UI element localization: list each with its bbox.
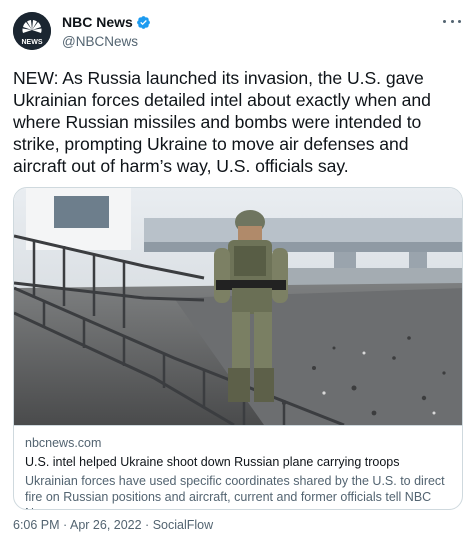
card-image [14,188,462,425]
avatar[interactable]: NEWS [13,12,51,50]
link-card[interactable]: nbcnews.com U.S. intel helped Ukraine sh… [13,187,463,510]
tweet-text: NEW: As Russia launched its invasion, th… [13,68,431,176]
tweet-date[interactable]: Apr 26, 2022 [70,518,142,532]
author-name[interactable]: NBC News [62,14,133,30]
tweet-time[interactable]: 6:06 PM [13,518,60,532]
tweet-source[interactable]: SocialFlow [153,518,213,532]
meta-separator-1: · [59,518,70,532]
more-options-icon[interactable] [443,16,461,26]
card-description: Ukrainian forces have used specific coor… [25,474,445,509]
card-domain: nbcnews.com [25,436,102,450]
nbc-peacock-logo: NEWS [13,12,51,50]
card-body: nbcnews.com U.S. intel helped Ukraine sh… [14,425,462,509]
card-title[interactable]: U.S. intel helped Ukraine shoot down Rus… [25,454,453,470]
author-info: NBC News @NBCNews [62,13,151,49]
avatar-text: NEWS [22,39,43,46]
meta-separator-2: · [141,518,153,532]
verified-badge-icon [136,15,150,29]
author-handle[interactable]: @NBCNews [62,34,151,49]
tweet[interactable]: NEWS NBC News @NBCNews NEW: As Russia la… [0,0,475,540]
tweet-meta: 6:06 PM · Apr 26, 2022 · SocialFlow [13,518,213,532]
